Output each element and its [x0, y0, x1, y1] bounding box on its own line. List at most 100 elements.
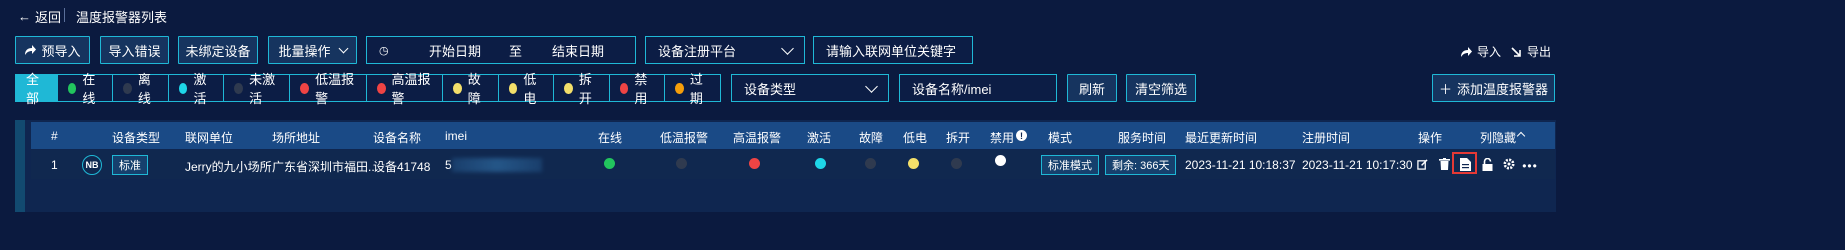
cell-name: 设备41748	[373, 160, 431, 174]
status-dot-icon	[300, 82, 310, 94]
trash-icon[interactable]	[1437, 157, 1451, 171]
chevron-down-icon	[781, 41, 794, 55]
col-fault: 故障	[859, 131, 884, 145]
filter-label: 禁用	[634, 72, 648, 106]
col-name: 设备名称	[373, 131, 422, 145]
filter-item[interactable]: 故障	[443, 72, 499, 106]
cell-unit: Jerry的九小场所	[185, 160, 272, 174]
filter-label: 未激活	[249, 72, 276, 106]
refresh-button[interactable]: 刷新	[1067, 74, 1117, 102]
export-link[interactable]: 导出	[1510, 43, 1551, 60]
status-dot-icon	[508, 82, 518, 94]
document-icon[interactable]	[1458, 157, 1472, 171]
chevron-down-icon	[865, 79, 878, 93]
platform-select[interactable]: 设备注册平台	[645, 36, 805, 64]
filter-label: 低电	[523, 72, 537, 106]
filter-item[interactable]: 高温报警	[367, 72, 444, 106]
row-index: 1	[51, 158, 58, 172]
filter-label: 低温报警	[315, 72, 355, 106]
type-tag: 标准	[112, 155, 148, 175]
status-filter-group: 全部 在线 离线 激活 未激活 低温报警 高温报警 故障 低电 拆开 禁用 过期	[15, 72, 721, 106]
status-dot-icon	[619, 82, 629, 94]
status-dot-icon	[376, 82, 386, 94]
status-dot-icon	[675, 82, 684, 94]
filter-item[interactable]: 低电	[499, 72, 555, 106]
col-high-alarm: 高温报警	[733, 131, 782, 145]
end-date-input[interactable]: 结束日期	[552, 41, 604, 60]
col-device-type: 设备类型	[112, 131, 161, 145]
col-index: #	[51, 129, 58, 143]
filter-label: 过期	[689, 72, 703, 106]
arrow-left-icon: ←	[18, 9, 31, 24]
start-date-input[interactable]: 开始日期	[429, 41, 481, 60]
col-online: 在线	[598, 131, 623, 145]
date-range-picker[interactable]: ◷ 开始日期 至 结束日期	[366, 36, 636, 64]
clear-filter-button[interactable]: 清空筛选	[1126, 74, 1196, 102]
col-last-update: 最近更新时间	[1185, 131, 1258, 145]
filter-label: 在线	[82, 72, 96, 106]
col-mode: 模式	[1048, 131, 1073, 145]
page-title: 温度报警器列表	[76, 10, 168, 25]
edit-icon[interactable]	[1415, 157, 1429, 171]
status-dot-icon	[564, 82, 573, 94]
filter-label: 离线	[137, 72, 151, 106]
pre-import-button[interactable]: 预导入	[15, 36, 90, 64]
import-link[interactable]: 导入	[1460, 43, 1501, 60]
filter-item[interactable]: 禁用	[610, 72, 666, 106]
back-label: 返回	[35, 10, 62, 25]
share-arrow-icon	[25, 45, 37, 55]
status-disabled-dot	[995, 155, 1006, 166]
filter-item[interactable]: 未激活	[224, 72, 291, 106]
filter-item[interactable]: 离线	[113, 72, 169, 106]
status-high-alarm-dot	[749, 158, 760, 169]
col-low-battery: 低电	[903, 131, 928, 145]
service-time-tag: 剩余: 366天	[1105, 155, 1177, 175]
col-register-time: 注册时间	[1302, 131, 1351, 145]
add-alarm-button[interactable]: ＋ 添加温度报警器	[1432, 74, 1555, 102]
status-online-dot	[604, 158, 615, 169]
back-button[interactable]: ← 返回	[18, 7, 61, 26]
unit-keyword-input[interactable]: 请输入联网单位关键字	[813, 36, 973, 64]
filter-item[interactable]: 激活	[169, 72, 225, 106]
device-type-select[interactable]: 设备类型	[731, 74, 889, 102]
filter-item[interactable]: 拆开	[554, 72, 610, 106]
status-low-battery-dot	[908, 158, 919, 169]
gear-icon[interactable]	[1502, 157, 1516, 171]
filter-label: 全部	[26, 72, 40, 106]
imei-blur-mask	[452, 158, 542, 172]
hide-columns-toggle[interactable]: 列隐藏	[1480, 129, 1516, 146]
col-unit: 联网单位	[185, 131, 234, 145]
status-fault-dot	[865, 158, 876, 169]
filter-item[interactable]: 全部	[16, 72, 58, 106]
nb-badge: NB	[82, 155, 102, 175]
clock-icon: ◷	[379, 44, 389, 57]
unbound-device-button[interactable]: 未绑定设备	[178, 36, 258, 64]
cell-register-time: 2023-11-21 10:17:30	[1302, 158, 1413, 172]
filter-item[interactable]: 在线	[58, 72, 114, 106]
chevron-down-icon	[338, 43, 348, 53]
filter-item[interactable]: 低温报警	[290, 72, 367, 106]
info-icon[interactable]: !	[1016, 130, 1027, 141]
status-dot-icon	[178, 82, 188, 94]
filter-label: 高温报警	[391, 72, 431, 106]
status-dot-icon	[234, 82, 244, 94]
col-opened: 拆开	[946, 131, 971, 145]
col-address: 场所地址	[272, 131, 321, 145]
import-error-button[interactable]: 导入错误	[100, 36, 169, 64]
col-active: 激活	[807, 131, 832, 145]
date-separator: 至	[509, 43, 523, 59]
more-icon[interactable]: •••	[1522, 159, 1537, 173]
device-name-input[interactable]: 设备名称/imei	[899, 74, 1057, 102]
status-dot-icon	[453, 82, 462, 94]
unlock-icon[interactable]	[1480, 157, 1494, 171]
status-low-alarm-dot	[676, 158, 687, 169]
col-imei: imei	[445, 129, 468, 143]
share-arrow-icon	[1461, 46, 1472, 57]
status-dot-icon	[67, 82, 77, 94]
header-divider	[64, 8, 65, 22]
col-service-time: 服务时间	[1118, 131, 1167, 145]
filter-item[interactable]: 过期	[665, 72, 720, 106]
cell-imei: 5	[445, 158, 452, 172]
batch-operation-button[interactable]: 批量操作	[268, 36, 357, 64]
plus-icon: ＋	[1438, 81, 1452, 97]
